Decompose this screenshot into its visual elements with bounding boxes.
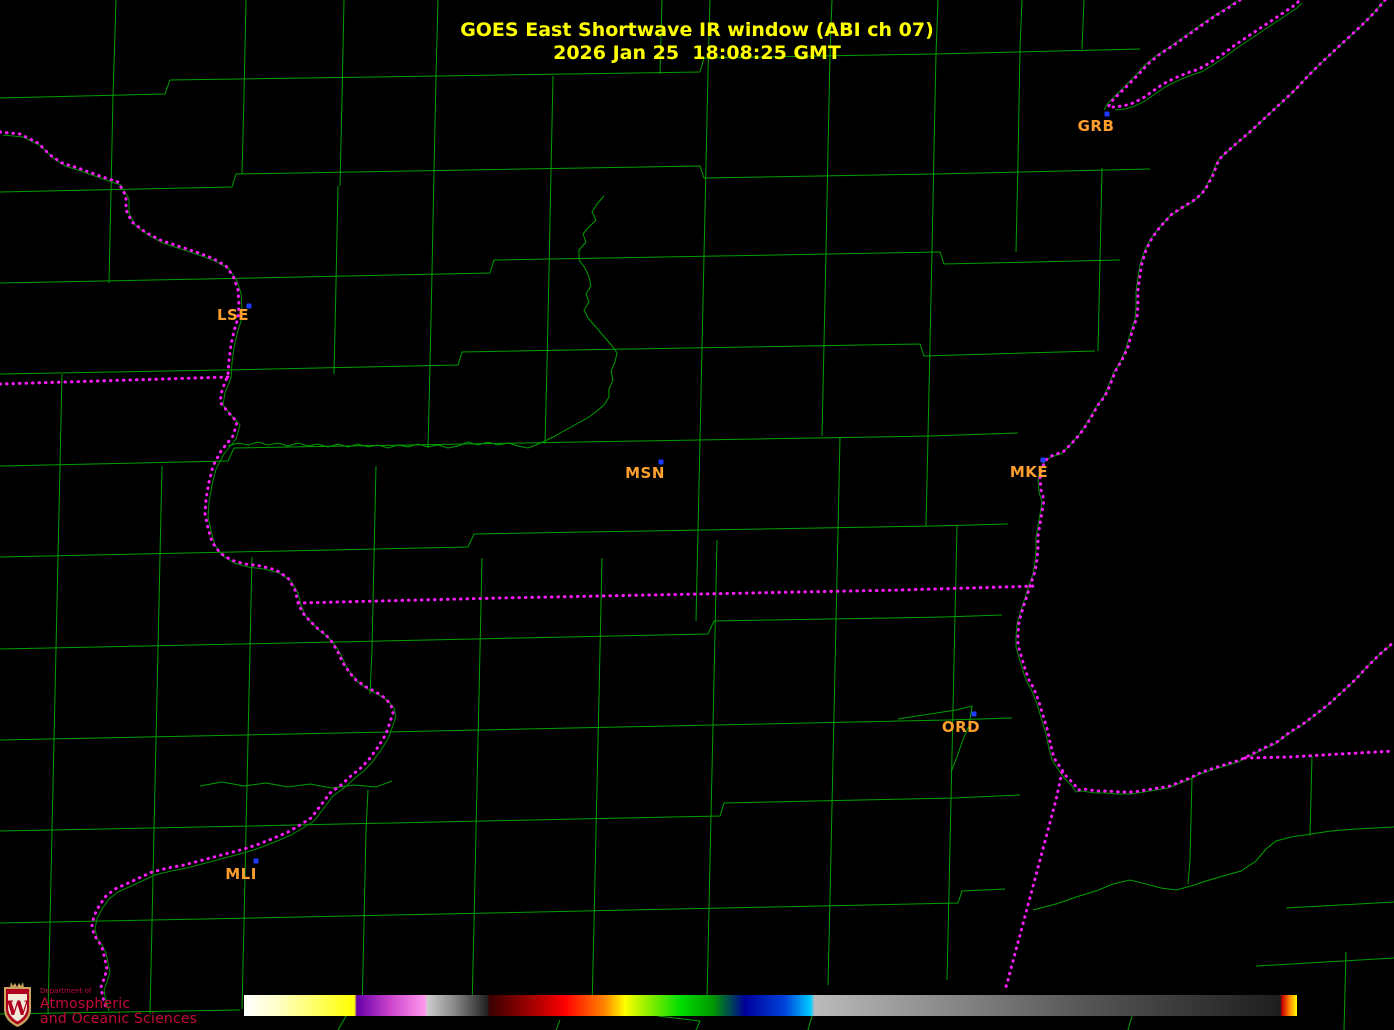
logo-name-line2: and Oceanic Sciences	[40, 1012, 197, 1027]
station-label-msn: MSN	[625, 464, 665, 482]
station-dot-mke	[1041, 458, 1046, 463]
uw-crest-icon: W	[2, 982, 33, 1028]
station-label-lse: LSE	[217, 306, 249, 324]
product-timestamp: 2026 Jan 25 18:08:25 GMT	[0, 42, 1394, 65]
station-dot-grb	[1105, 112, 1110, 117]
chicago-river-line	[898, 706, 972, 772]
product-title: GOES East Shortwave IR window (ABI ch 07…	[0, 19, 1394, 42]
satellite-image-viewport: GOES East Shortwave IR window (ABI ch 07…	[0, 0, 1394, 1030]
wisconsin-illinois-border	[298, 586, 1037, 603]
rock-island-river-line	[200, 781, 392, 788]
indiana-michigan-border-east	[1245, 751, 1394, 758]
mississippi-county-line	[3, 135, 396, 1011]
station-dot-mli	[254, 859, 259, 864]
logo-dept-line: Department of	[40, 988, 197, 995]
station-dot-ord	[972, 712, 977, 717]
logo-text: Department of Atmospheric and Oceanic Sc…	[40, 982, 197, 1027]
uw-aos-logo: W Department of Atmospheric and Oceanic …	[2, 982, 197, 1029]
station-label-grb: GRB	[1078, 117, 1115, 135]
svg-text:W: W	[5, 996, 29, 1020]
station-label-mli: MLI	[225, 865, 257, 883]
lake-michigan-shoreline	[1018, 0, 1394, 792]
color-scale-bar	[244, 995, 1297, 1016]
title-block: GOES East Shortwave IR window (ABI ch 07…	[0, 19, 1394, 65]
wisconsin-river-line	[228, 196, 617, 448]
station-label-ord: ORD	[942, 718, 980, 736]
illinois-indiana-border-south	[1005, 772, 1062, 990]
indiana-river-line	[1033, 827, 1394, 910]
mississippi-river-border	[0, 132, 393, 1008]
station-label-mke: MKE	[1010, 463, 1048, 481]
map-overlay	[0, 0, 1394, 1030]
logo-name-line1: Atmospheric	[40, 997, 197, 1012]
minnesota-iowa-border	[0, 377, 228, 384]
county-boundary-lines	[0, 0, 1394, 1030]
lakeshore-county-line	[1016, 2, 1392, 794]
